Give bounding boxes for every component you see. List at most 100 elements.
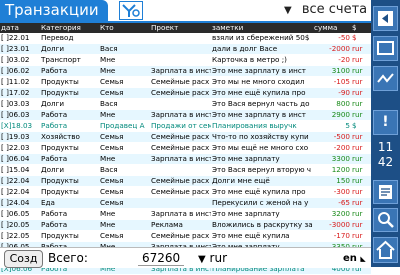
table-row[interactable]: [ ]19.03 Хозяйство Семья Семейные расх Что-т… <box>0 131 371 143</box>
col-sum[interactable]: сумма <box>313 23 351 33</box>
cell-project: Реклама <box>150 219 211 231</box>
cell-currency: rur <box>351 131 371 143</box>
cell-currency: rur <box>351 175 371 187</box>
cell-note: Карточка в метро ;) <box>211 54 313 66</box>
row-mark[interactable]: [ ] <box>1 44 9 53</box>
table-row[interactable]: [ ]22.05 Продукты Семья Семейные расх Это мн… <box>0 230 371 242</box>
row-date: 17.02 <box>8 88 30 97</box>
create-button[interactable]: Созд <box>4 250 43 268</box>
cell-who: Мне <box>99 219 150 231</box>
table-row[interactable]: [ ]06.04 Работа Мне Зарплата в инст Это мне … <box>0 153 371 165</box>
cell-sum: 1200 <box>313 164 351 176</box>
cell-who: Продавец А <box>99 120 150 132</box>
table-row[interactable]: [ ]22.04 Продукты Семья Семейные расх Долги … <box>0 175 371 187</box>
table-row[interactable]: [ ]22.04 Продукты Семья Семейные расх Это мн… <box>0 186 371 198</box>
row-mark[interactable]: [ ] <box>1 198 9 207</box>
cell-category: Работа <box>40 208 99 220</box>
row-mark[interactable]: [ ] <box>1 110 9 119</box>
row-mark[interactable]: [X] <box>1 121 12 130</box>
row-mark[interactable]: [ ] <box>1 55 9 64</box>
table-row[interactable]: [ ]23.01 Долги Вася дали в долг Васе -2000 ru… <box>0 43 371 55</box>
sidebar-notes-button[interactable] <box>373 180 398 204</box>
table-header: дата Категория Кто Проект заметки сумма … <box>0 23 371 33</box>
cell-sum: 800 <box>313 98 351 110</box>
row-mark[interactable]: [ ] <box>1 176 9 185</box>
sidebar-home-button[interactable] <box>373 237 398 263</box>
col-project[interactable]: Проект <box>150 23 211 33</box>
bottom-bar: Созд Всего: 67260 ▼ rur en ◣ <box>0 247 371 268</box>
col-date[interactable]: дата <box>0 23 40 33</box>
row-date: 06.02 <box>8 66 30 75</box>
table-row[interactable]: [ ]20.05 Работа Мне Реклама Вложились в раск… <box>0 219 371 231</box>
cell-sum: -2000 <box>313 43 351 55</box>
table-row[interactable]: [ ]17.02 Продукты Семья Семейные расх Это мн… <box>0 87 371 99</box>
row-mark[interactable]: [ ] <box>1 154 9 163</box>
row-mark[interactable]: [ ] <box>1 143 9 152</box>
table-row[interactable]: [ ]22.03 Продукты Семья Семейные расх Это мы… <box>0 142 371 154</box>
cell-project: Зарплата в инст <box>150 208 211 220</box>
table-row[interactable]: [X]18.03 Работа Продавец А Продажи от сем Пл… <box>0 120 371 132</box>
row-mark[interactable]: [ ] <box>1 132 9 141</box>
language-arrow-icon: ◣ <box>360 255 366 263</box>
col-category[interactable]: Категория <box>40 23 99 33</box>
table-row[interactable]: [ ]15.04 Долги Вася Это Вася вернул вторую … <box>0 164 371 176</box>
cell-currency: rur <box>351 76 371 88</box>
row-mark[interactable]: [ ] <box>1 231 9 240</box>
table-row[interactable]: [ ]03.03 Долги Вася Это Вася вернул часть д… <box>0 98 371 110</box>
cell-currency: rur <box>351 109 371 121</box>
table-row[interactable]: [ ]24.04 Еда Семья Перекусили с женой на у-… <box>0 197 371 209</box>
row-mark[interactable]: [ ] <box>1 33 9 42</box>
cell-note: Это мне зарплату <box>211 208 313 220</box>
row-date: 24.04 <box>8 198 30 207</box>
row-date: 18.03 <box>11 121 33 130</box>
page-title: Транзакции <box>0 0 108 21</box>
cell-sum: -105 <box>313 76 351 88</box>
cell-project: Семейные расх <box>150 131 211 143</box>
table-row[interactable]: [ ]06.03 Работа Мне Зарплата в инст Это мне … <box>0 109 371 121</box>
cell-currency: rur <box>351 208 371 220</box>
row-mark[interactable]: [ ] <box>1 88 9 97</box>
cell-project <box>150 43 211 55</box>
cell-who: Вася <box>99 43 150 55</box>
table-row[interactable]: [ ]22.01 Перевод взяли из сбережений 50$ -5… <box>0 33 371 44</box>
language-indicator: en ◣ <box>343 253 366 264</box>
cell-category: Долги <box>40 98 99 110</box>
table-row[interactable]: [ ]11.02 Продукты Семья Семейные расх Это мы… <box>0 76 371 88</box>
row-date: 03.02 <box>8 55 30 64</box>
col-currency[interactable]: $ <box>351 23 371 33</box>
row-mark[interactable]: [ ] <box>1 66 9 75</box>
notes-icon <box>379 185 392 199</box>
row-mark[interactable]: [ ] <box>1 209 9 218</box>
row-date: 03.03 <box>8 99 30 108</box>
cell-who: Семья <box>99 142 150 154</box>
sidebar-alert-button[interactable]: ! <box>373 110 398 135</box>
row-date: 06.04 <box>8 154 30 163</box>
cell-sum: -20 <box>313 54 351 66</box>
sidebar-screen-button[interactable] <box>373 36 398 61</box>
table-row[interactable]: [ ]06.02 Работа Мне Зарплата в инст Это мне … <box>0 65 371 77</box>
col-who[interactable]: Кто <box>99 23 150 33</box>
sidebar-search-button[interactable] <box>373 208 398 232</box>
home-icon <box>376 240 395 259</box>
sidebar-stats-button[interactable] <box>373 66 398 91</box>
cell-sum: -300 <box>313 186 351 198</box>
account-selector[interactable]: ▼ все счета <box>284 2 367 17</box>
table-row[interactable]: [ ]06.05РаботаМнеЗарплата в инстЭто мне … <box>0 208 371 220</box>
row-mark[interactable]: [ ] <box>1 99 9 108</box>
cell-category: Хозяйство <box>40 131 99 143</box>
sidebar-back-button[interactable] <box>373 6 398 31</box>
cell-date: [ ]15.04 <box>0 164 40 176</box>
currency-label: rur <box>209 251 228 265</box>
table-row[interactable]: [ ]03.02 Транспорт Мне Карточка в метро ;) -… <box>0 54 371 66</box>
row-mark[interactable]: [ ] <box>1 165 9 174</box>
currency-selector[interactable]: ▼ rur <box>198 251 227 265</box>
cell-project: Семейные расх <box>150 230 211 242</box>
row-date: 22.04 <box>8 187 30 196</box>
row-mark[interactable]: [ ] <box>1 220 9 229</box>
cell-project: Продажи от сем <box>150 120 211 132</box>
row-mark[interactable]: [ ] <box>1 77 9 86</box>
filter-button[interactable] <box>119 1 143 20</box>
row-mark[interactable]: [ ] <box>1 187 9 196</box>
col-notes[interactable]: заметки <box>211 23 313 33</box>
cell-category: Перевод <box>40 33 99 44</box>
